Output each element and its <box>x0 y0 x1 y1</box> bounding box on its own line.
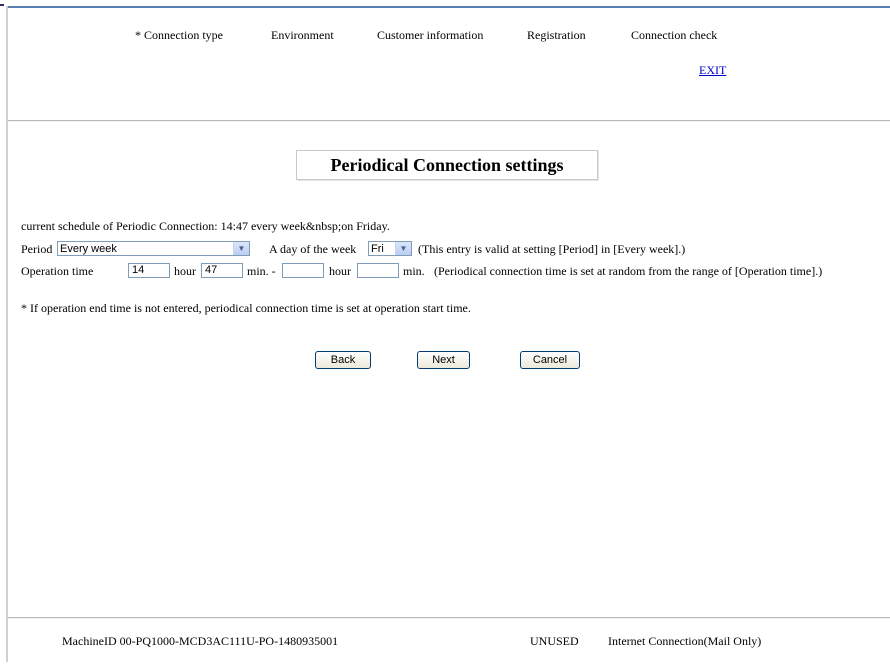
exit-link[interactable]: EXIT <box>699 63 726 78</box>
header-divider <box>8 120 890 122</box>
window-left-border <box>6 6 8 662</box>
connection-mode-text: Internet Connection(Mail Only) <box>608 634 762 648</box>
start-hour-unit: hour <box>174 264 196 278</box>
end-min-input[interactable] <box>357 263 399 278</box>
period-label: Period <box>21 242 53 256</box>
machine-id-text: MachineID 00-PQ1000-MCD3AC111U-PO-148093… <box>62 634 339 648</box>
period-selected-value: Every week <box>60 243 117 255</box>
step-customer-information: Customer information <box>377 28 484 42</box>
current-schedule-text: current schedule of Periodic Connection:… <box>21 219 390 233</box>
next-button[interactable]: Next <box>417 351 470 369</box>
corner-mark <box>0 4 4 6</box>
end-min-unit: min. <box>403 264 425 278</box>
status-state-text: UNUSED <box>530 634 579 648</box>
wizard-steps: * Connection type Environment Customer i… <box>0 28 890 46</box>
end-hour-input[interactable] <box>282 263 324 278</box>
step-registration: Registration <box>527 28 586 42</box>
step-environment: Environment <box>271 28 334 42</box>
chevron-down-icon: ▼ <box>395 242 411 255</box>
day-of-week-label: A day of the week <box>269 242 357 256</box>
day-selected-value: Fri <box>371 243 384 255</box>
operation-note: (Periodical connection time is set at ra… <box>434 264 823 278</box>
step-connection-type: * Connection type <box>135 28 223 42</box>
end-hour-unit: hour <box>329 264 351 278</box>
step-connection-check: Connection check <box>631 28 718 42</box>
start-min-input[interactable]: 47 <box>201 263 243 278</box>
operation-time-label: Operation time <box>21 264 94 278</box>
cancel-button[interactable]: Cancel <box>520 351 580 369</box>
chevron-down-icon: ▼ <box>233 242 249 255</box>
day-of-week-select[interactable]: Fri ▼ <box>368 241 412 256</box>
back-button[interactable]: Back <box>315 351 371 369</box>
page-title: Periodical Connection settings <box>296 150 598 180</box>
period-select[interactable]: Every week ▼ <box>57 241 250 256</box>
start-min-unit: min. - <box>247 264 276 278</box>
start-hour-input[interactable]: 14 <box>128 263 170 278</box>
window-top-border <box>6 6 890 8</box>
footer-divider <box>8 617 890 619</box>
footnote-text: * If operation end time is not entered, … <box>21 301 471 315</box>
period-note: (This entry is valid at setting [Period]… <box>418 242 686 256</box>
